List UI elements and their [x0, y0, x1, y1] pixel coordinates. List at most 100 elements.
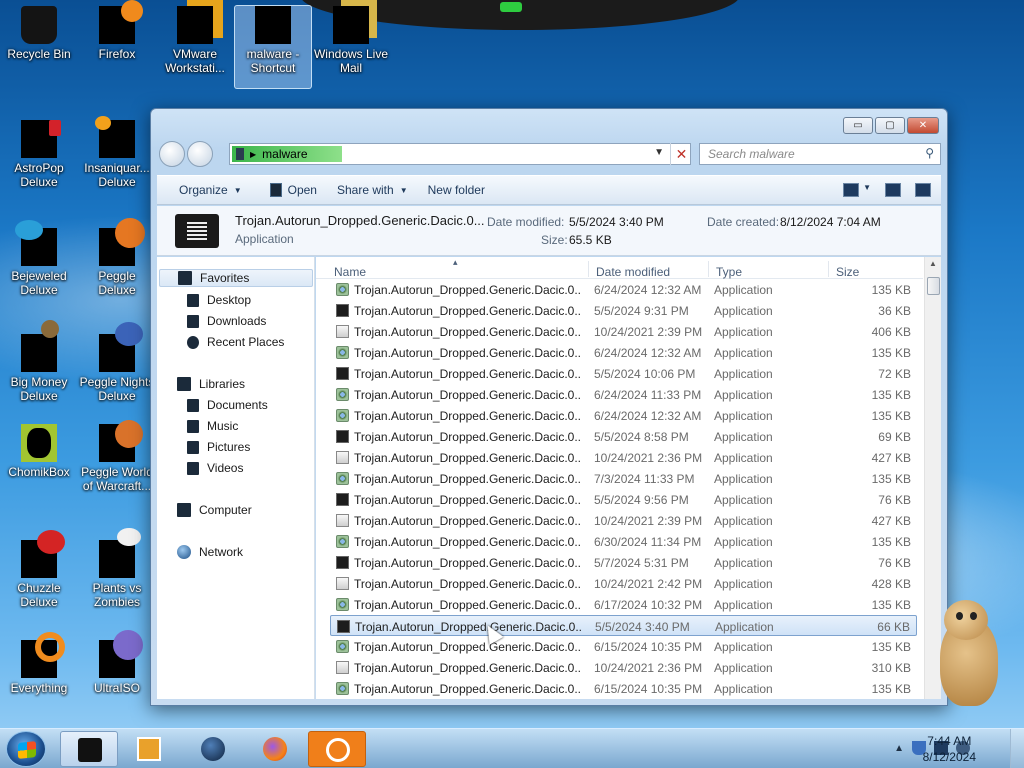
- desktop-icon-insaniquarium[interactable]: Insaniquar... Deluxe: [78, 116, 156, 189]
- table-row[interactable]: Trojan.Autorun_Dropped.Generic.Dacic.0..…: [330, 510, 917, 531]
- table-row[interactable]: Trojan.Autorun_Dropped.Generic.Dacic.0..…: [330, 657, 917, 678]
- table-row[interactable]: Trojan.Autorun_Dropped.Generic.Dacic.0..…: [330, 468, 917, 489]
- taskbar-firefox[interactable]: [246, 731, 304, 767]
- desktop-icon-recycle-bin[interactable]: Recycle Bin: [0, 6, 78, 61]
- organize-button[interactable]: Organize ▼: [169, 183, 252, 197]
- table-row[interactable]: Trojan.Autorun_Dropped.Generic.Dacic.0..…: [330, 489, 917, 510]
- nav-item-downloads[interactable]: Downloads: [187, 312, 266, 330]
- desktop-icon-peggle-wow[interactable]: Peggle World of Warcraft...: [78, 420, 156, 493]
- desktop-icon-everything[interactable]: Everything: [0, 632, 78, 695]
- column-header-name[interactable]: Name: [334, 265, 366, 279]
- explorer-window[interactable]: ▭ ▢ ✕ ▶ malware ▼ ✕ Search malware ⚲ Org…: [150, 108, 948, 706]
- file-size: 76 KB: [878, 493, 911, 507]
- desktop-icon-peggle[interactable]: Peggle Deluxe: [78, 218, 156, 297]
- new-folder-button[interactable]: New folder: [418, 183, 495, 197]
- file-date: 6/24/2024 12:32 AM: [594, 409, 702, 423]
- desktop-icon-firefox[interactable]: Firefox: [78, 0, 156, 61]
- file-date: 10/24/2021 2:36 PM: [594, 661, 703, 675]
- desktop-icon-plants-vs-zombies[interactable]: Plants vs Zombies: [78, 528, 156, 609]
- column-header-type[interactable]: Type: [716, 265, 742, 279]
- table-row[interactable]: Trojan.Autorun_Dropped.Generic.Dacic.0..…: [330, 405, 917, 426]
- desktop-icon-label: Peggle Nights Deluxe: [79, 375, 155, 403]
- table-row[interactable]: Trojan.Autorun_Dropped.Generic.Dacic.0..…: [330, 426, 917, 447]
- table-row[interactable]: Trojan.Autorun_Dropped.Generic.Dacic.0..…: [330, 300, 917, 321]
- chevron-down-icon[interactable]: ▼: [863, 183, 871, 197]
- desktop-icon-peggle-nights[interactable]: Peggle Nights Deluxe: [78, 322, 156, 403]
- column-header-size[interactable]: Size: [836, 265, 859, 279]
- table-row[interactable]: Trojan.Autorun_Dropped.Generic.Dacic.0..…: [330, 279, 917, 300]
- open-button[interactable]: Open: [260, 183, 327, 197]
- back-button[interactable]: [159, 141, 185, 167]
- table-row[interactable]: Trojan.Autorun_Dropped.Generic.Dacic.0..…: [330, 363, 917, 384]
- wallpaper-glow: [500, 2, 522, 12]
- desktop-icon-bejeweled[interactable]: Bejeweled Deluxe: [0, 220, 78, 297]
- table-row[interactable]: Trojan.Autorun_Dropped.Generic.Dacic.0..…: [330, 636, 917, 657]
- nav-item-documents[interactable]: Documents: [187, 396, 268, 414]
- table-row[interactable]: Trojan.Autorun_Dropped.Generic.Dacic.0..…: [330, 615, 917, 636]
- column-separator[interactable]: [828, 261, 829, 277]
- desktop-icon-chuzzle[interactable]: Chuzzle Deluxe: [0, 530, 78, 609]
- table-row[interactable]: Trojan.Autorun_Dropped.Generic.Dacic.0..…: [330, 531, 917, 552]
- search-input[interactable]: Search malware ⚲: [699, 143, 941, 165]
- address-segment[interactable]: ▶ malware: [232, 146, 342, 162]
- close-button[interactable]: ✕: [907, 117, 939, 134]
- column-separator[interactable]: [588, 261, 589, 277]
- table-row[interactable]: Trojan.Autorun_Dropped.Generic.Dacic.0..…: [330, 678, 917, 699]
- table-row[interactable]: Trojan.Autorun_Dropped.Generic.Dacic.0..…: [330, 573, 917, 594]
- nav-item-videos[interactable]: Videos: [187, 459, 243, 477]
- show-desktop-button[interactable]: [1010, 729, 1024, 768]
- nav-item-favorites[interactable]: Favorites: [159, 269, 313, 287]
- table-row[interactable]: Trojan.Autorun_Dropped.Generic.Dacic.0..…: [330, 321, 917, 342]
- desktop-icon-big-money[interactable]: Big Money Deluxe: [0, 320, 78, 403]
- table-row[interactable]: Trojan.Autorun_Dropped.Generic.Dacic.0..…: [330, 384, 917, 405]
- computer-icon: [177, 503, 191, 517]
- search-icon[interactable]: ⚲: [925, 146, 934, 160]
- forward-button[interactable]: [187, 141, 213, 167]
- taskbar-globe[interactable]: [184, 731, 242, 767]
- clock[interactable]: 7:44 AM 8/12/2024: [923, 733, 976, 765]
- search-placeholder: Search malware: [708, 147, 795, 161]
- file-name: Trojan.Autorun_Dropped.Generic.Dacic.0..…: [354, 409, 582, 423]
- taskbar-explorer[interactable]: [60, 731, 118, 767]
- table-row[interactable]: Trojan.Autorun_Dropped.Generic.Dacic.0..…: [330, 342, 917, 363]
- taskbar-media-player[interactable]: [120, 731, 178, 767]
- desktop-icon-windows-live-mail[interactable]: Windows Live Mail: [312, 6, 390, 75]
- libraries-icon: [177, 377, 191, 391]
- file-date: 5/5/2024 9:31 PM: [594, 304, 689, 318]
- share-with-button[interactable]: Share with ▼: [327, 183, 418, 197]
- scrollbar-thumb[interactable]: [927, 277, 940, 295]
- stop-icon[interactable]: ✕: [670, 143, 692, 165]
- nav-item-pictures[interactable]: Pictures: [187, 438, 250, 456]
- desktop-icon-vmware[interactable]: VMware Workstati...: [156, 6, 234, 75]
- chevron-down-icon[interactable]: ▼: [654, 147, 664, 158]
- minimize-button[interactable]: ▭: [843, 117, 873, 134]
- desktop-icon-ultraiso[interactable]: UltraISO: [78, 630, 156, 695]
- desktop-icon-chomikbox[interactable]: ChomikBox: [0, 424, 78, 479]
- taskbar-avast[interactable]: [308, 731, 366, 767]
- table-row[interactable]: Trojan.Autorun_Dropped.Generic.Dacic.0..…: [330, 594, 917, 615]
- nav-item-desktop[interactable]: Desktop: [187, 291, 251, 309]
- file-name: Trojan.Autorun_Dropped.Generic.Dacic.0..…: [354, 493, 582, 507]
- nav-item-music[interactable]: Music: [187, 417, 238, 435]
- application-icon: [336, 388, 349, 401]
- nav-item-computer[interactable]: Computer: [177, 501, 252, 519]
- start-button[interactable]: [6, 731, 46, 767]
- view-options-icon[interactable]: [843, 183, 860, 197]
- tray-expand-icon[interactable]: ▲: [894, 743, 904, 754]
- nav-item-libraries[interactable]: Libraries: [177, 375, 245, 393]
- desktop-icon-astropop[interactable]: AstroPop Deluxe: [0, 120, 78, 189]
- help-icon[interactable]: [915, 183, 931, 197]
- nav-item-recent-places[interactable]: Recent Places: [187, 333, 284, 351]
- maximize-button[interactable]: ▢: [875, 117, 905, 134]
- desktop-icon-label: VMware Workstati...: [165, 47, 225, 75]
- address-bar[interactable]: ▶ malware ▼ ✕: [229, 143, 691, 165]
- table-row[interactable]: Trojan.Autorun_Dropped.Generic.Dacic.0..…: [330, 447, 917, 468]
- column-header-date[interactable]: Date modified: [596, 265, 670, 279]
- nav-item-network[interactable]: Network: [177, 543, 243, 561]
- scroll-up-icon[interactable]: ▲: [929, 259, 937, 268]
- column-separator[interactable]: [708, 261, 709, 277]
- preview-pane-icon[interactable]: [885, 183, 901, 197]
- desktop-icon-malware-shortcut[interactable]: malware - Shortcut: [234, 5, 312, 89]
- table-row[interactable]: Trojan.Autorun_Dropped.Generic.Dacic.0..…: [330, 552, 917, 573]
- navigation-bar: ▶ malware ▼ ✕ Search malware ⚲: [159, 141, 941, 167]
